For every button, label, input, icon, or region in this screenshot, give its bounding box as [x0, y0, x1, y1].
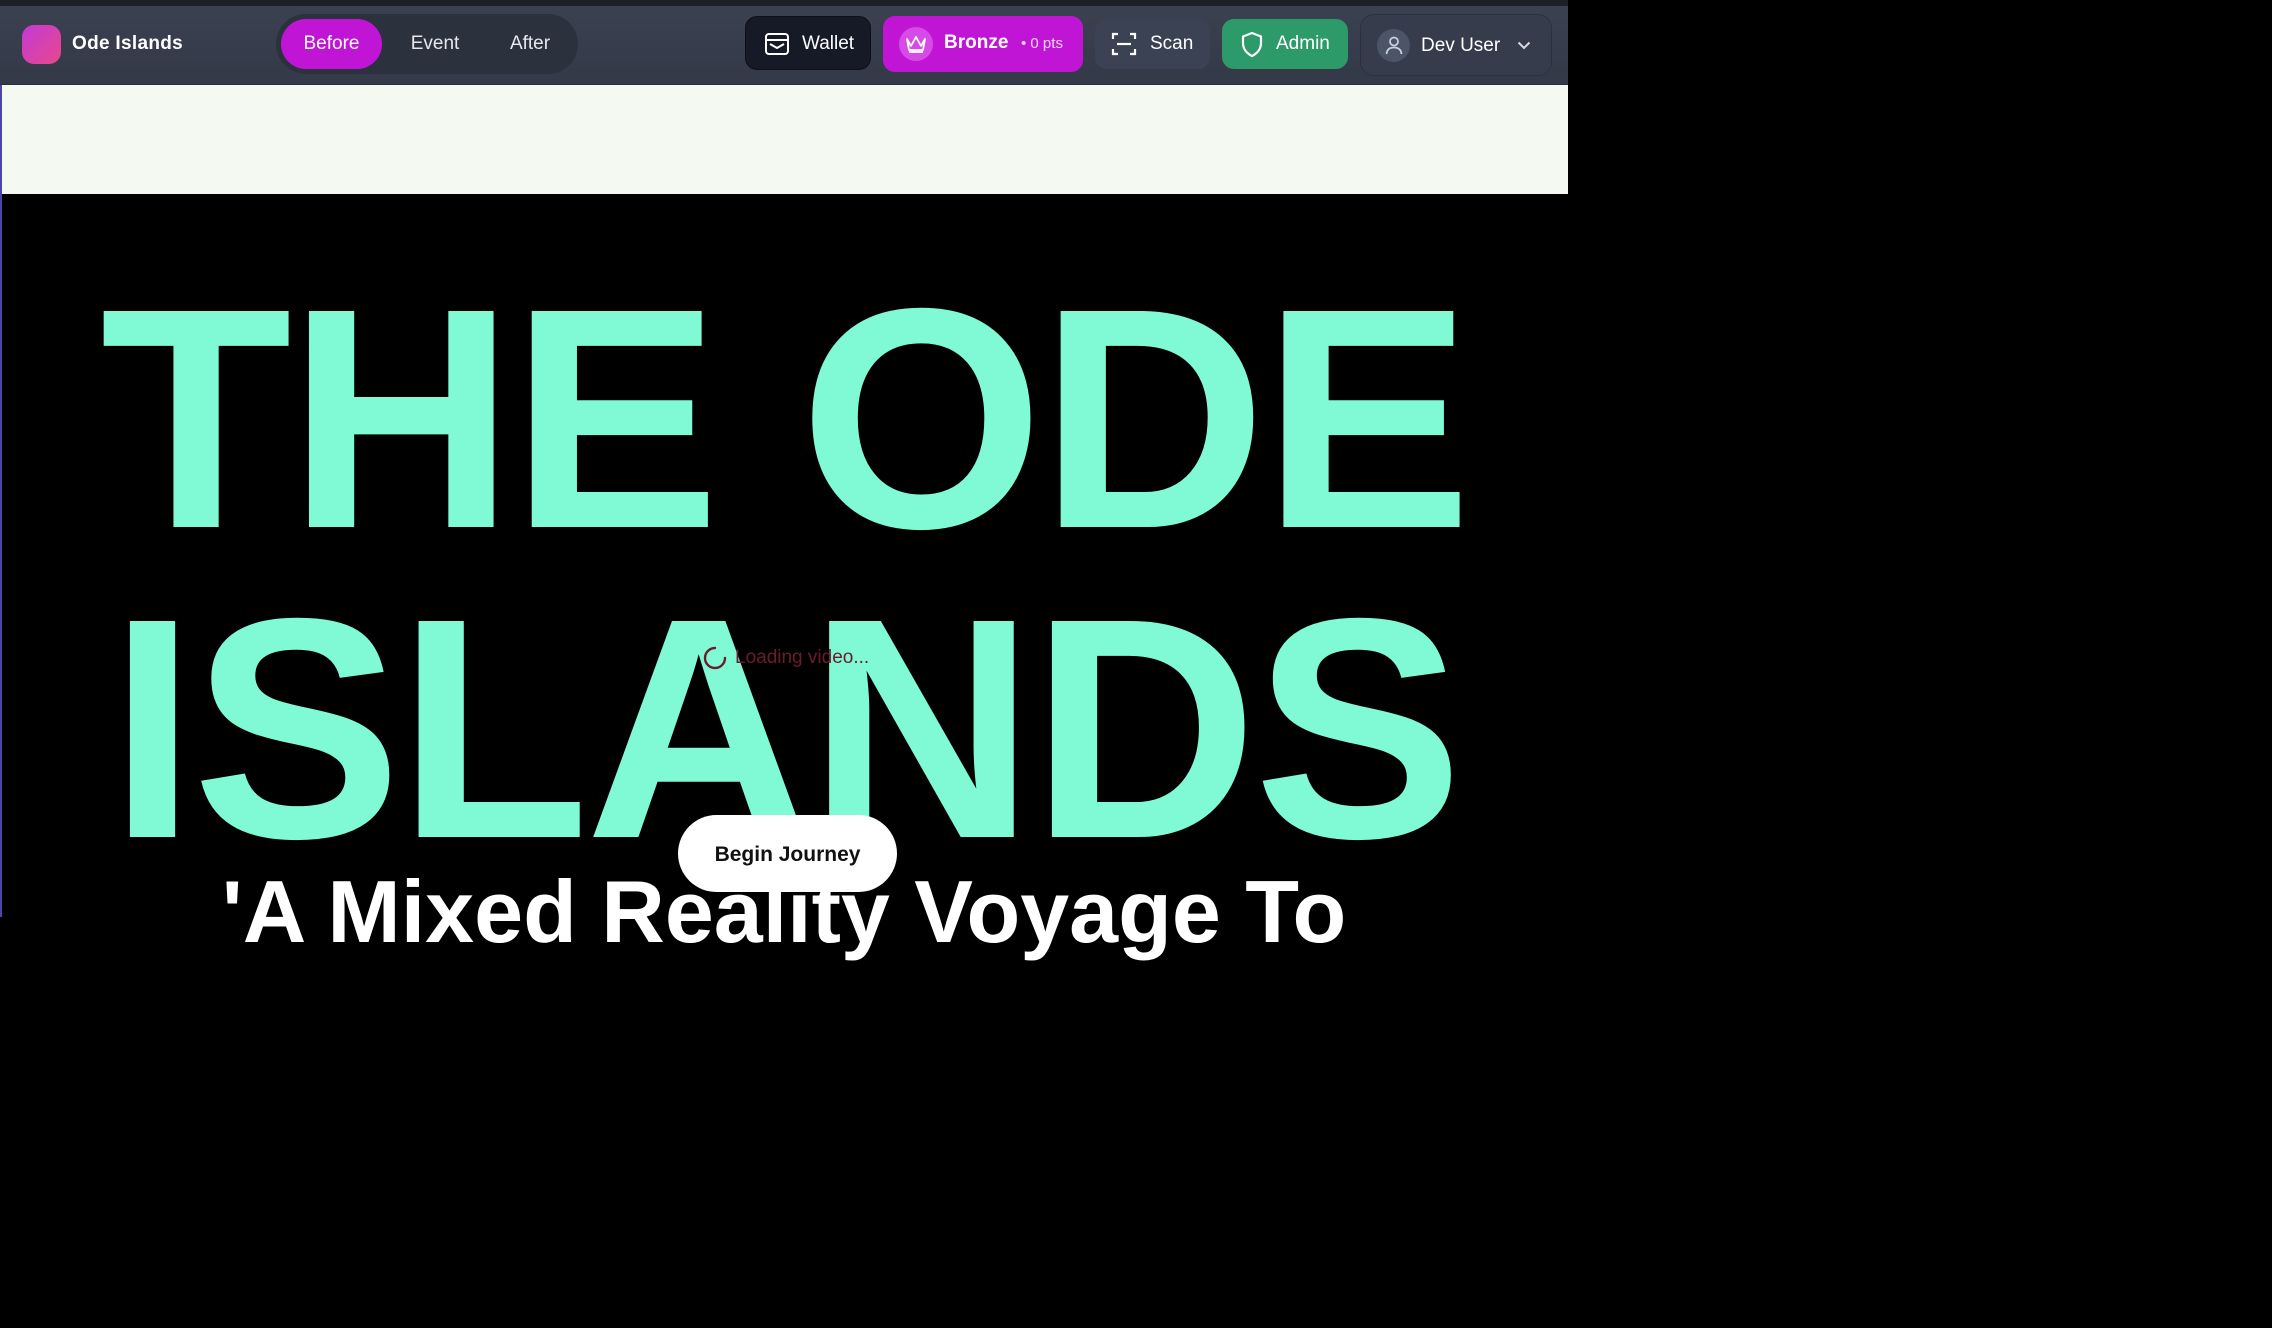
crown-icon [906, 36, 926, 53]
admin-button[interactable]: Admin [1222, 19, 1348, 69]
shield-icon [1241, 31, 1263, 58]
loading-text: Loading video... [735, 647, 870, 668]
avatar [1377, 29, 1410, 62]
spinner-icon [703, 646, 727, 670]
user-icon [1385, 36, 1403, 55]
wallet-icon [765, 33, 789, 55]
chevron-down-icon [1517, 41, 1531, 50]
user-name: Dev User [1421, 35, 1501, 56]
scan-icon [1111, 32, 1137, 56]
tier-label: Bronze [944, 32, 1009, 53]
crown-badge [899, 27, 933, 61]
scan-label: Scan [1150, 33, 1194, 54]
points-label: • 0 pts [1021, 35, 1063, 52]
wallet-button[interactable]: Wallet [745, 16, 871, 70]
user-menu-button[interactable]: Dev User [1360, 14, 1552, 76]
scan-button[interactable]: Scan [1095, 19, 1210, 69]
begin-journey-button[interactable]: Begin Journey [678, 815, 897, 892]
announcement-banner [0, 85, 1568, 194]
wallet-label: Wallet [802, 33, 855, 54]
phase-tabs: Before Event After [276, 14, 578, 74]
admin-label: Admin [1276, 33, 1330, 54]
tier-points-button[interactable]: Bronze • 0 pts [883, 16, 1083, 72]
tab-before[interactable]: Before [281, 19, 382, 69]
top-navigation-bar: Ode Islands Before Event After Wallet Br… [0, 6, 1568, 85]
hero-title-line-1: THE ODE [100, 243, 1472, 594]
tab-after[interactable]: After [494, 19, 566, 69]
app-logo[interactable] [22, 25, 61, 64]
brand-name: Ode Islands [72, 33, 184, 54]
tab-event[interactable]: Event [396, 19, 474, 69]
